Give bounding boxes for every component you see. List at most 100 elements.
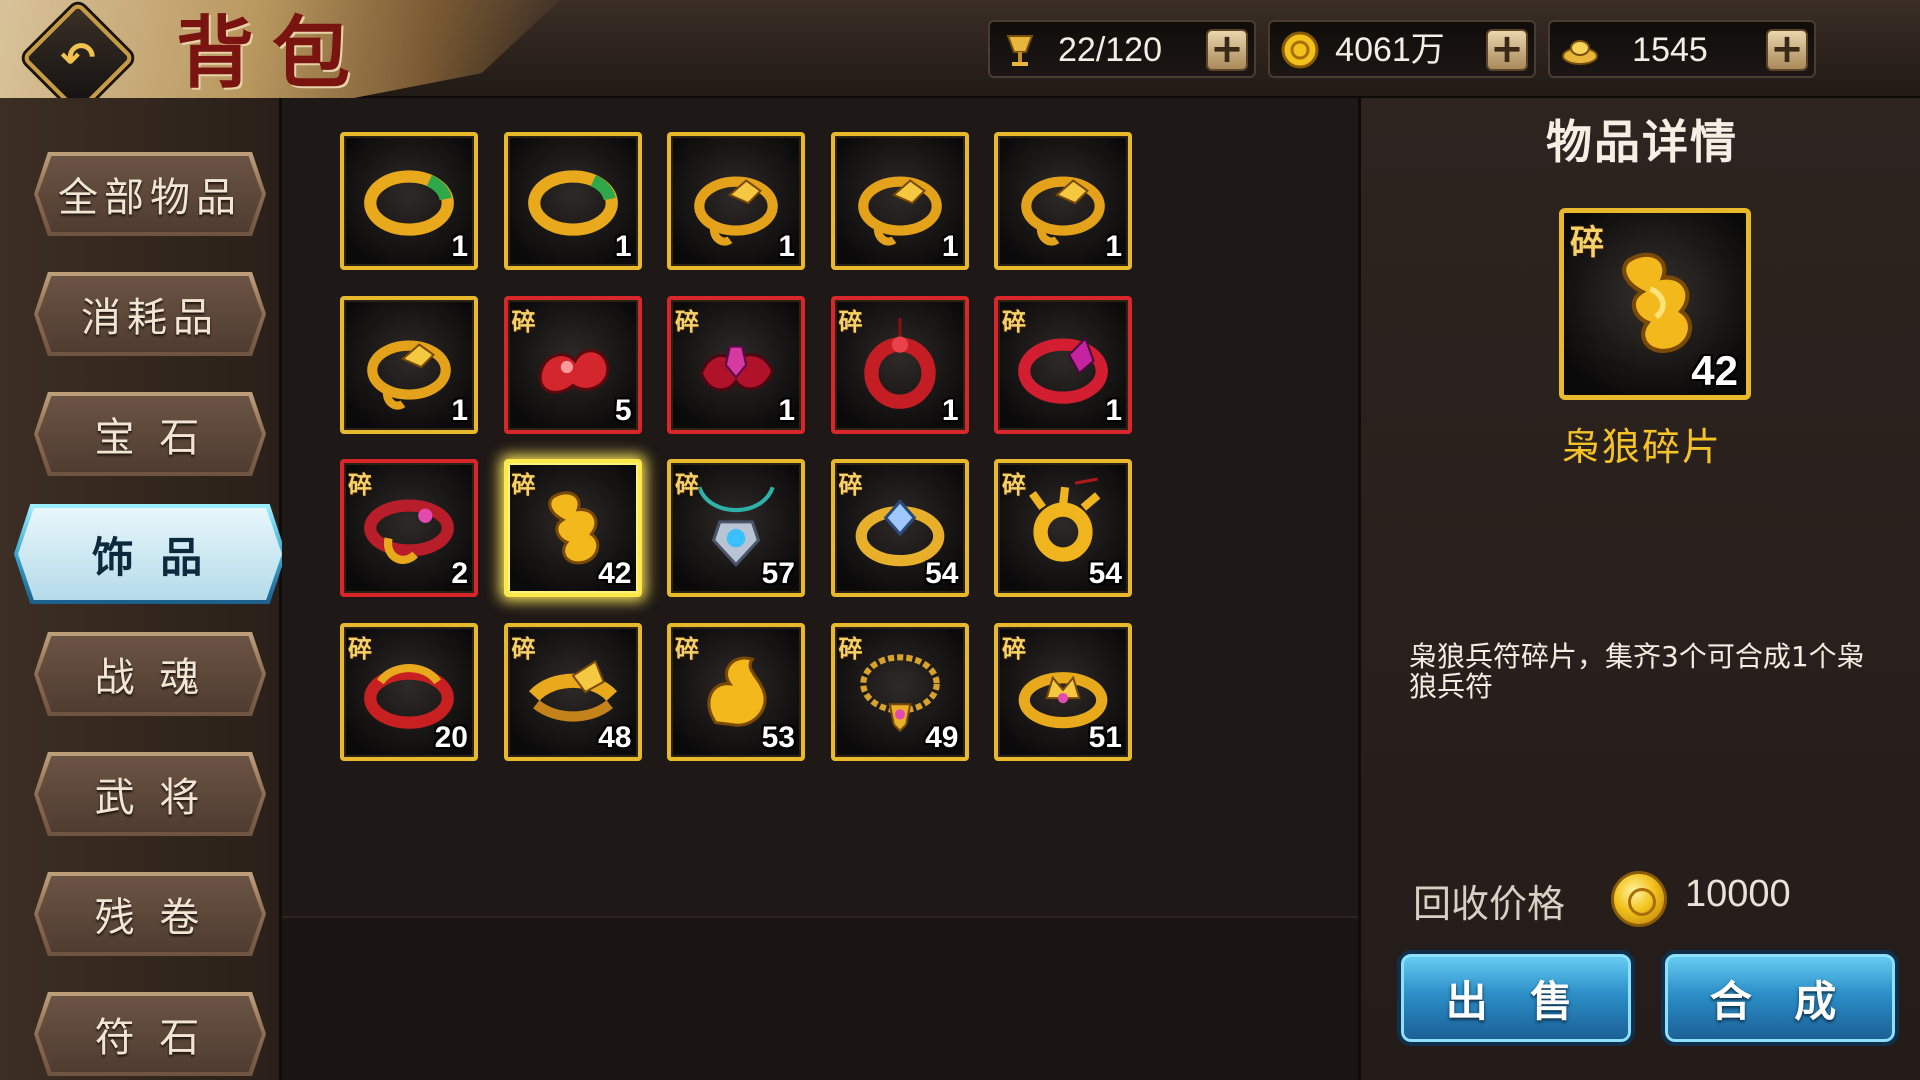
item-slot[interactable]: 碎 54 [830,459,969,597]
item-slot[interactable]: 碎 51 [994,622,1132,761]
item-slot[interactable]: 碎1 [830,295,969,434]
item-quantity: 54 [925,557,959,590]
fox-ring-icon [694,176,778,246]
item-slot[interactable]: 碎 53 [667,622,805,761]
tab-label: 武 将 [94,775,206,821]
sell-button[interactable]: 出 售 [1397,950,1635,1046]
bag-capacity: 22/120 + [988,20,1256,78]
top-bar: ↶ 背包 22/120 + 4061万 + 1545 + [0,0,1920,118]
fragment-badge: 碎 [511,634,536,663]
item-slot[interactable]: 1 [503,132,642,270]
gold-value: 4061万 [1335,31,1445,69]
item-slot[interactable]: 碎 54 [994,459,1132,597]
item-quantity: 1 [1105,393,1122,427]
fragment-badge: 碎 [511,471,536,499]
detail-quantity: 42 [1691,347,1738,394]
item-slot[interactable]: 1 [340,295,478,434]
item-slot[interactable]: 碎 20 [340,622,478,761]
tab-generals[interactable]: 武 将 [34,752,266,836]
item-description: 枭狼兵符碎片，集齐3个可合成1个枭狼兵符 [1409,640,1865,703]
fragment-badge: 碎 [838,471,863,499]
item-quantity: 1 [1105,230,1122,263]
tab-label: 饰 品 [91,532,209,582]
item-slot[interactable]: 碎 48 [503,622,642,761]
expand-bag-button[interactable]: + [1206,29,1248,71]
tab-label: 宝 石 [94,415,206,461]
bag-capacity-value: 22/120 [1058,31,1162,69]
tab-label: 战 魂 [94,655,206,701]
tab-war-souls[interactable]: 战 魂 [34,632,266,716]
red-gold-ring-icon [364,499,454,564]
item-quantity: 1 [941,230,959,263]
tab-all-items[interactable]: 全部物品 [34,152,266,236]
item-slot[interactable]: 碎1 [667,295,805,434]
item-quantity: 1 [451,230,468,263]
fragment-badge: 碎 [675,634,699,663]
tab-consumables[interactable]: 消耗品 [34,272,266,356]
category-sidebar: 全部物品 消耗品 宝 石 饰 品 战 魂 武 将 残 卷 符 石 [0,98,286,1080]
item-slot[interactable]: 1 [994,132,1132,270]
ingot-value: 1545 [1632,31,1708,69]
gold-counter: 4061万 + [1268,20,1536,78]
red-pendant-icon [863,317,936,409]
ring-green-icon [527,170,618,236]
item-quantity: 5 [614,393,632,427]
fragment-badge: 碎 [1570,223,1604,263]
item-quantity: 53 [761,720,795,754]
item-slot[interactable]: 1 [667,132,805,270]
red-gem-icon [699,345,775,391]
tab-label: 全部物品 [58,175,242,221]
ring-green-icon [364,170,454,236]
fragment-badge: 碎 [675,307,699,336]
item-slot[interactable]: 碎2 [340,459,478,597]
tab-label: 符 石 [94,1015,206,1061]
add-ingot-button[interactable]: + [1766,29,1808,71]
fox-ring-icon [1021,176,1105,246]
item-slot[interactable]: 碎 57 [667,459,805,597]
tab-gems[interactable]: 宝 石 [34,392,266,476]
item-slot[interactable]: 碎1 [994,295,1132,434]
item-slot[interactable]: 碎5 [503,295,642,434]
recycle-price-label: 回收价格 [1413,882,1566,926]
tab-rune-stones[interactable]: 符 石 [34,992,266,1076]
fragment-badge: 碎 [348,634,372,663]
fragment-badge: 碎 [675,471,699,499]
item-quantity: 1 [778,393,795,427]
ingot-icon [1560,30,1600,70]
item-quantity: 20 [434,720,468,754]
item-grid: 1 1 1 1 1 1 碎 5 碎 1 碎 1 碎 1 碎 2 碎 42 碎 57 碎 54 碎 54 碎 20 碎 48 碎 53 碎 49… [282,98,1358,918]
compose-button[interactable]: 合 成 [1661,950,1899,1046]
item-quantity: 49 [925,720,959,754]
fragment-badge: 碎 [348,471,372,499]
fragment-badge: 碎 [1002,634,1026,663]
item-slot[interactable]: 1 [340,132,478,270]
fox-ring-icon [857,176,942,246]
item-quantity: 48 [598,720,632,754]
tab-scroll-fragments[interactable]: 残 卷 [34,872,266,956]
fragment-badge: 碎 [838,634,863,663]
red-swirl-icon [538,348,609,394]
tab-label: 残 卷 [94,895,206,941]
item-quantity: 51 [1088,720,1122,754]
recycle-price-value: 10000 [1685,873,1791,915]
fox-ring-icon [367,340,451,410]
compose-button-label: 合 成 [1709,976,1851,1026]
tab-accessories[interactable]: 饰 品 [14,504,286,604]
item-slot[interactable]: 1 [830,132,969,270]
item-slot[interactable]: 碎 49 [830,622,969,761]
fragment-badge: 碎 [838,307,863,336]
item-quantity: 1 [778,230,795,263]
add-gold-button[interactable]: + [1486,29,1528,71]
gold-coin-icon [1611,871,1667,927]
fragment-badge: 碎 [511,307,536,336]
grid-footer [282,918,1358,1080]
item-quantity: 2 [451,557,468,590]
item-quantity: 1 [614,230,632,263]
detail-title: 物品详情 [1546,115,1738,169]
fragment-badge: 碎 [1002,471,1026,499]
fragment-badge: 碎 [1002,307,1026,336]
ingot-counter: 1545 + [1548,20,1816,78]
item-detail-panel: 物品详情 碎 42 枭狼碎片 枭狼兵符碎片，集齐3个可合成1个枭狼兵符 回收价格… [1358,98,1920,1080]
gold-coin-icon [1280,30,1320,70]
item-slot[interactable]: 碎 42 [503,459,642,597]
